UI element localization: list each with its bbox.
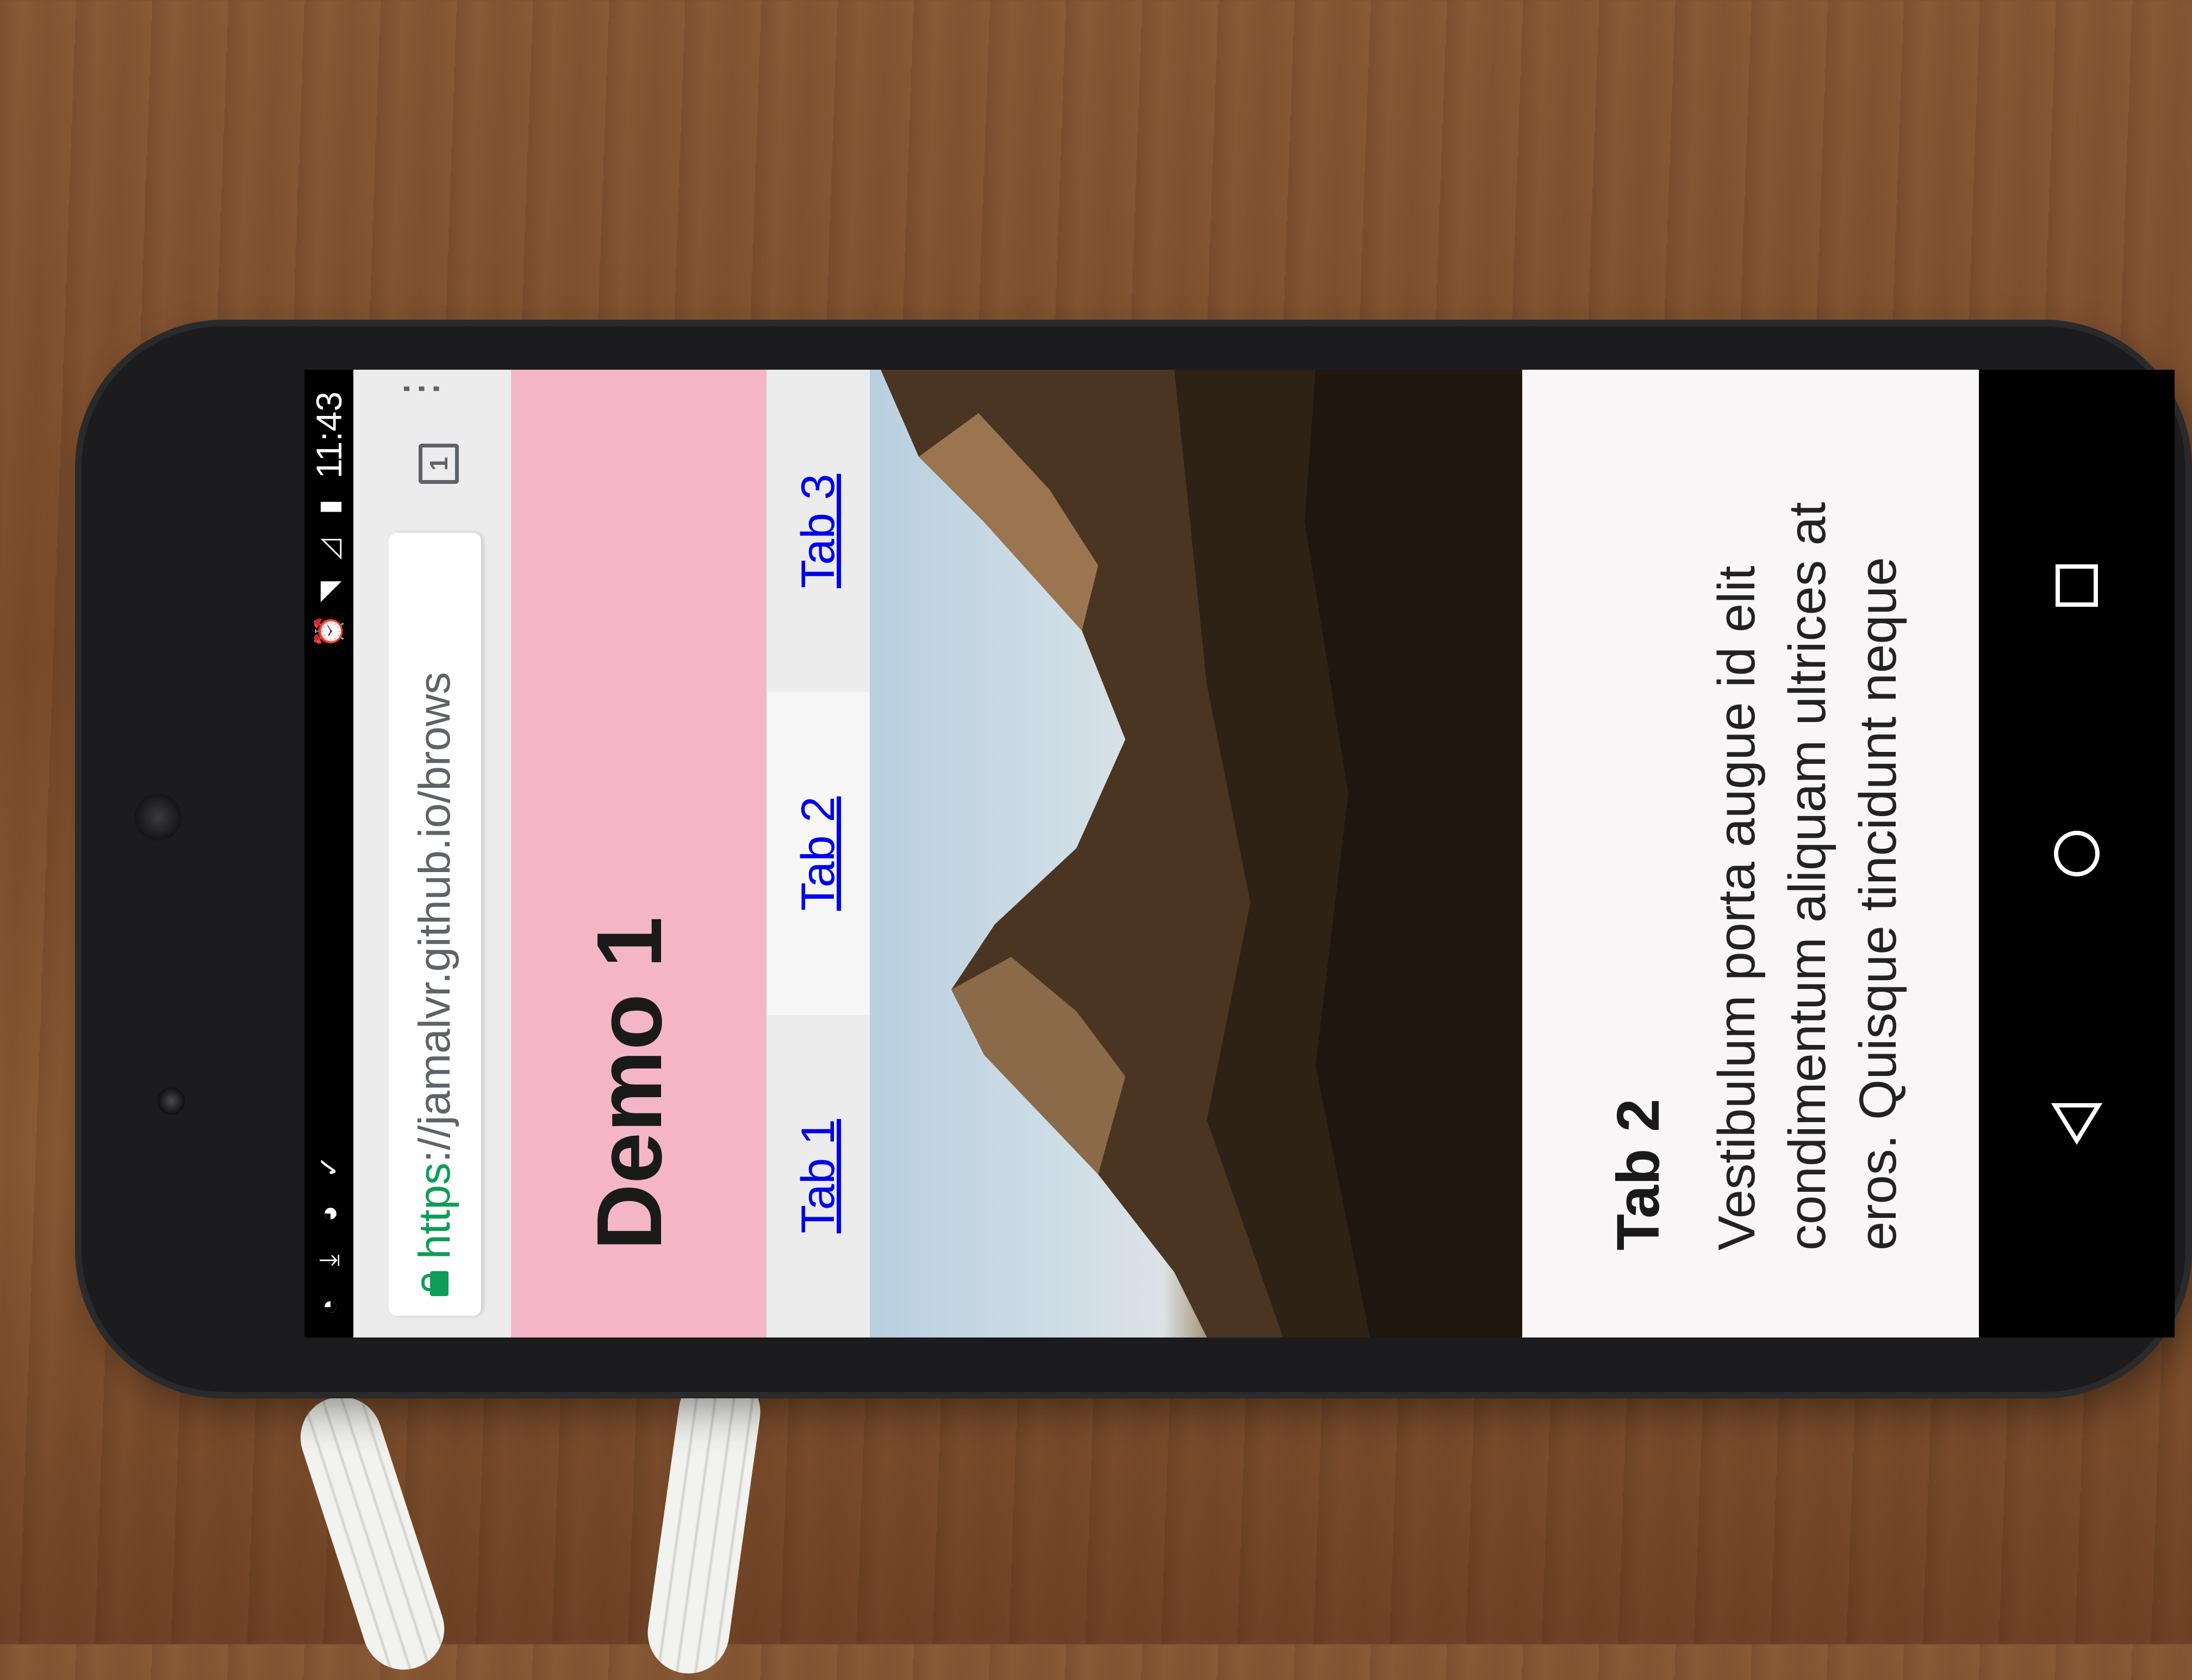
more-menu-icon[interactable]: ⋮ [396,370,457,410]
lock-icon [421,1271,449,1296]
wifi-icon: ◥ [314,581,344,602]
tab-switcher-button[interactable]: 1 [419,444,459,484]
status-time: 11:43 [309,391,349,479]
tab-content-panel: Tab 2 Vestibulum porta augue id elit con… [1522,370,1979,1337]
no-signal-icon: ◿ [314,539,344,560]
tab-content-body: Vestibulum porta augue id elit condiment… [1708,502,1907,1250]
browser-toolbar: https://jamalvr.github.io/brows 1 ⋮ [353,370,511,1337]
hero-mountain-image [870,370,1522,1337]
url-scheme: https [410,1162,459,1259]
url-host: ://jamalvr.github.io/brows [410,671,459,1163]
status-bar: ◔ ⤓ ◕ ✓ ⏰ ◥ ◿ ▮ 11:43 [304,370,353,1337]
battery-charging-icon: ▮ [314,499,344,515]
download-icon: ⤓ [314,1254,344,1267]
usb-cable [642,1366,766,1679]
tab-bar: Tab 1 Tab 2 Tab 3 [767,370,870,1337]
web-page: Demo 1 Tab 1 Tab 2 Tab 3 Tab 2 Vestibulu… [511,370,1979,1337]
phone-device: ◔ ⤓ ◕ ✓ ⏰ ◥ ◿ ▮ 11:43 https://jamalvr.gi… [82,326,2185,1392]
tab-content-heading: Tab 2 [1605,1098,1672,1250]
usb-cable [290,1386,455,1680]
url-bar[interactable]: https://jamalvr.github.io/brows [389,533,481,1316]
tab-2-link[interactable]: Tab 2 [767,692,870,1015]
tab-1-link[interactable]: Tab 1 [767,1015,870,1337]
phone-screen: ◔ ⤓ ◕ ✓ ⏰ ◥ ◿ ▮ 11:43 https://jamalvr.gi… [304,370,2175,1337]
tab-3-link[interactable]: Tab 3 [767,370,870,693]
front-camera [158,1087,185,1115]
page-header: Demo 1 [511,370,767,1337]
back-icon[interactable] [2044,1089,2109,1154]
recents-icon[interactable] [2044,553,2109,618]
android-nav-bar [1979,370,2175,1337]
page-title: Demo 1 [578,916,681,1250]
home-icon[interactable] [2044,821,2109,886]
alarm-icon: ⏰ [314,614,344,649]
mountain-illustration [881,370,1522,1337]
check-notification-icon: ✓ [314,1155,344,1178]
earpiece-speaker [135,794,182,841]
android-icon: ◕ [314,1205,344,1222]
wifi-question-icon: ◔ [314,1298,344,1316]
